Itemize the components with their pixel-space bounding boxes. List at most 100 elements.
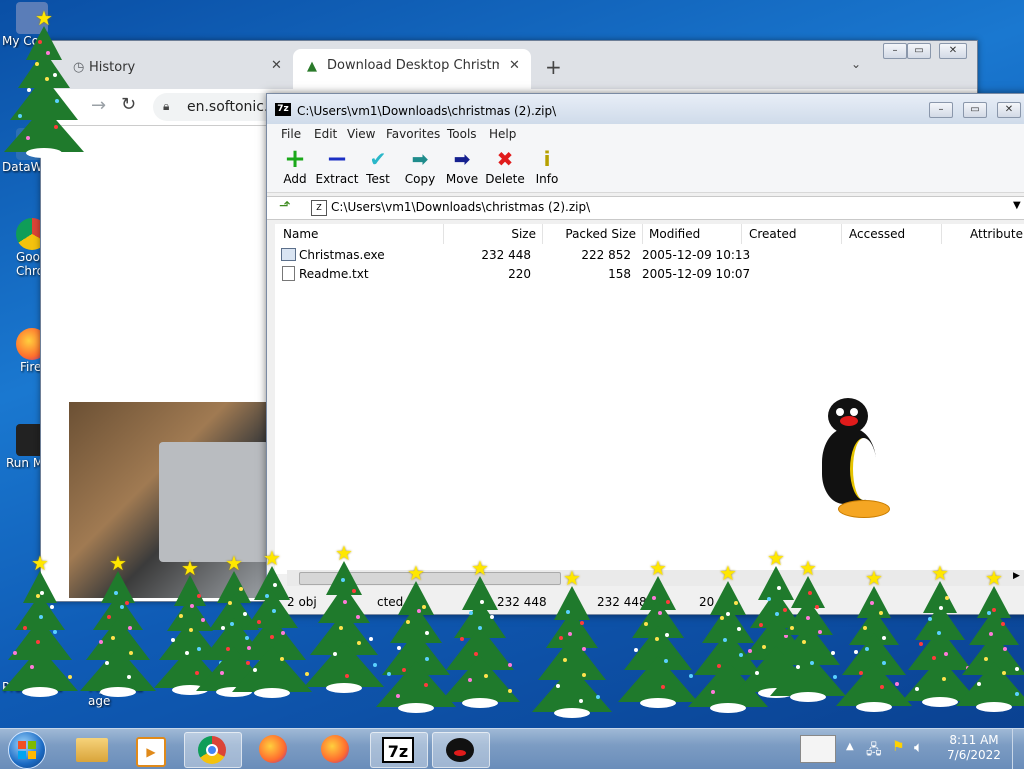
ornament [369, 637, 373, 641]
delete-button[interactable]: ✖ Delete [483, 148, 527, 186]
ornament [68, 675, 72, 679]
arrow-right-icon: ➡ [453, 147, 471, 171]
ornament [661, 685, 665, 689]
star-icon: ★ [767, 546, 785, 570]
ornament [27, 88, 31, 92]
softonic-favicon-icon: ▲ [307, 59, 317, 74]
new-tab-button[interactable]: + [545, 55, 562, 79]
ornament [762, 645, 766, 649]
clock[interactable]: 8:11 AM 7/6/2022 [944, 733, 1004, 763]
taskbar-media-player[interactable]: ▶ [122, 732, 178, 767]
snow-mound [254, 688, 290, 698]
show-desktop-button[interactable] [1012, 729, 1024, 769]
table-row[interactable]: Christmas.exe 232 448 222 852 2005-12-09… [275, 246, 1015, 264]
info-button[interactable]: i Info [525, 148, 569, 186]
action-center-icon[interactable]: ⚑ [892, 739, 905, 755]
ornament [915, 687, 919, 691]
ornament [1001, 622, 1005, 626]
volume-icon[interactable]: 🔈︎ [914, 738, 923, 756]
move-button[interactable]: ➡ Move [440, 148, 484, 186]
close-tab-icon[interactable]: ✕ [271, 58, 282, 73]
copy-button[interactable]: ➡ Copy [398, 148, 442, 186]
close-button[interactable]: ✕ [997, 102, 1021, 118]
ornament [652, 596, 656, 600]
taskbar-7zip[interactable]: 7z [370, 732, 428, 768]
column-accessed[interactable]: Accessed [843, 224, 942, 244]
ornament [333, 652, 337, 656]
taskbar-firefox[interactable] [246, 732, 302, 766]
notepad-tray-icon[interactable] [800, 735, 836, 763]
taskbar-firefox-2[interactable] [308, 732, 364, 766]
reload-icon[interactable]: ↻ [121, 94, 136, 115]
ornament [221, 626, 225, 630]
column-size[interactable]: Size [444, 224, 543, 244]
up-folder-icon[interactable]: ⬏ [279, 198, 291, 214]
ornament [882, 661, 886, 665]
star-icon: ★ [263, 546, 281, 570]
chevron-down-icon[interactable]: ▼ [1013, 200, 1021, 211]
ornament [808, 591, 812, 595]
column-packed-size[interactable]: Packed Size [543, 224, 643, 244]
test-button[interactable]: ✔ Test [356, 148, 400, 186]
network-icon[interactable]: 🖧 [866, 739, 882, 763]
ornament [992, 608, 996, 612]
menu-file[interactable]: File [281, 127, 301, 141]
column-attributes[interactable]: Attribute [943, 224, 1023, 244]
menu-edit[interactable]: Edit [314, 127, 337, 141]
menu-help[interactable]: Help [489, 127, 516, 141]
star-icon: ★ [865, 566, 883, 590]
ornament [720, 616, 724, 620]
clock-time: 8:11 AM [949, 733, 999, 747]
ornament [582, 647, 586, 651]
tree-layer [532, 666, 612, 712]
ornament [226, 647, 230, 651]
forward-icon[interactable]: → [91, 95, 106, 116]
ornament [490, 615, 494, 619]
ornament [717, 664, 721, 668]
tab-download-christmas-tree[interactable]: ▲ Download Desktop Christmas Tre ✕ [293, 49, 531, 89]
close-tab-icon[interactable]: ✕ [509, 58, 520, 73]
menu-favorites[interactable]: Favorites [386, 127, 440, 141]
ornament [989, 632, 993, 636]
taskbar-explorer[interactable] [64, 732, 120, 766]
add-button[interactable]: + Add [273, 146, 317, 186]
menu-view[interactable]: View [347, 127, 375, 141]
ornament [831, 651, 835, 655]
address-field[interactable]: ⬏ Z C:\Users\vm1\Downloads\christmas (2)… [267, 196, 1024, 220]
close-button[interactable]: ✕ [939, 43, 967, 59]
ornament [879, 611, 883, 615]
tab-history[interactable]: ◷ History ✕ [53, 51, 293, 83]
ornament [928, 617, 932, 621]
minimize-button[interactable]: – [883, 43, 907, 59]
ornament [655, 637, 659, 641]
ornament [474, 652, 478, 656]
column-created[interactable]: Created [743, 224, 842, 244]
minimize-button[interactable]: – [929, 102, 953, 118]
taskbar-penguin[interactable] [432, 732, 490, 768]
history-icon: ◷ [73, 60, 85, 75]
snow-mound [554, 708, 590, 718]
ornament [806, 616, 810, 620]
maximize-button[interactable]: ▭ [907, 43, 931, 59]
star-icon: ★ [799, 556, 817, 580]
scroll-right-icon[interactable]: ▶ [1013, 571, 1020, 581]
star-icon: ★ [471, 556, 489, 580]
start-button[interactable] [8, 731, 46, 769]
ornament [559, 636, 563, 640]
tab-search-chevron-icon[interactable]: ⌄ [851, 57, 861, 71]
taskbar-chrome[interactable] [184, 732, 242, 768]
column-name[interactable]: Name [275, 224, 444, 244]
table-row[interactable]: Readme.txt 220 158 2005-12-09 10:07 [275, 265, 1015, 283]
star-icon: ★ [649, 556, 667, 580]
column-modified[interactable]: Modified [643, 224, 742, 244]
menu-tools[interactable]: Tools [447, 127, 477, 141]
maximize-button[interactable]: ▭ [963, 102, 987, 118]
show-hidden-icons-icon[interactable]: ▲ [846, 741, 854, 752]
ornament [777, 586, 781, 590]
penguin-sprite[interactable] [820, 398, 892, 520]
extract-button[interactable]: − Extract [315, 146, 359, 186]
ornament [125, 601, 129, 605]
ornament [556, 684, 560, 688]
ornament [30, 665, 34, 669]
x-icon: ✖ [496, 147, 514, 171]
